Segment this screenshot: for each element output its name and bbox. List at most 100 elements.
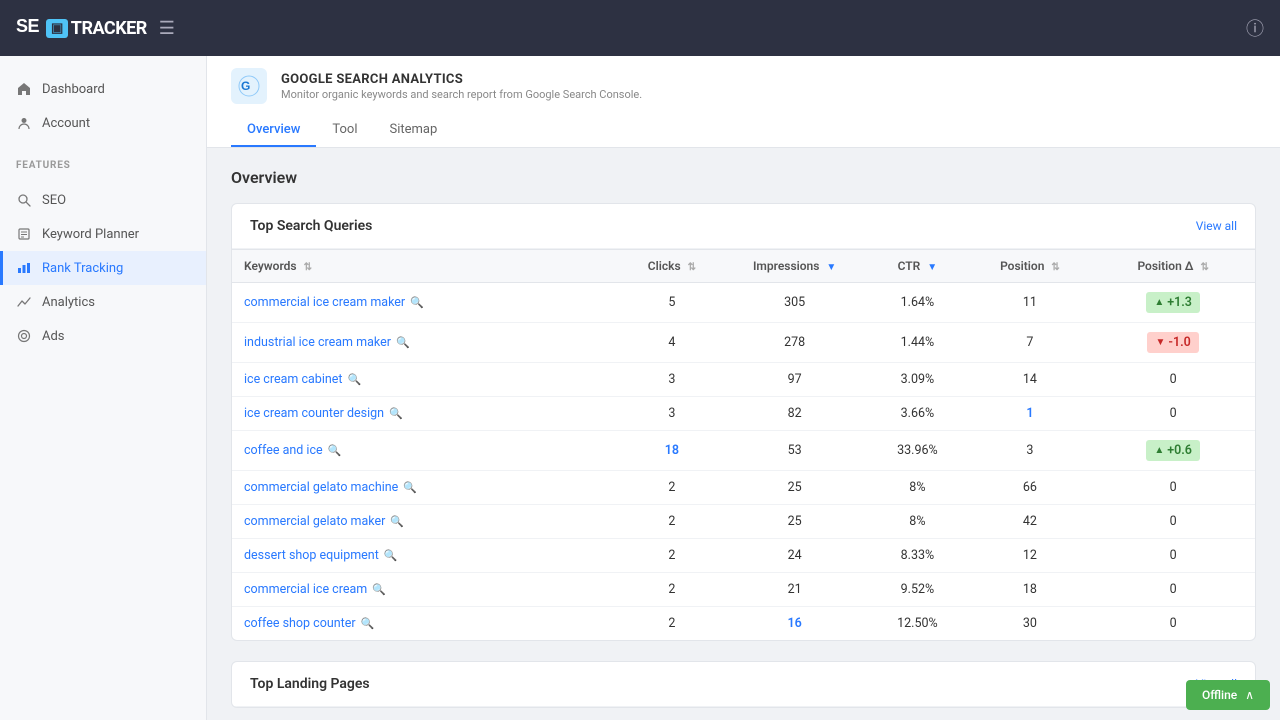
keyword-link[interactable]: commercial gelato machine 🔍 xyxy=(244,480,609,495)
sidebar-item-account[interactable]: Account xyxy=(0,106,206,140)
delta-neutral: 0 xyxy=(1170,406,1177,421)
cell-position-delta: ▲+0.6 xyxy=(1091,431,1255,471)
col-header-clicks[interactable]: Clicks ⇅ xyxy=(621,250,723,283)
sidebar-item-keyword-planner[interactable]: Keyword Planner xyxy=(0,217,206,251)
main-content: G GOOGLE SEARCH ANALYTICS Monitor organi… xyxy=(207,56,1280,720)
col-header-position[interactable]: Position ⇅ xyxy=(969,250,1092,283)
cell-impressions: 25 xyxy=(723,471,866,505)
sort-icon-keywords: ⇅ xyxy=(304,262,312,273)
top-landing-pages-card: Top Landing Pages View all xyxy=(231,661,1256,708)
cell-clicks: 2 xyxy=(621,607,723,641)
cell-position-delta: 0 xyxy=(1091,607,1255,641)
search-icon xyxy=(16,192,32,208)
search-small-icon: 🔍 xyxy=(410,296,424,309)
card-header-landing: Top Landing Pages View all xyxy=(232,662,1255,707)
cell-clicks: 3 xyxy=(621,397,723,431)
search-small-icon: 🔍 xyxy=(396,336,410,349)
delta-badge-positive: ▲+0.6 xyxy=(1146,440,1200,461)
cell-position: 7 xyxy=(969,323,1092,363)
sidebar-label-account: Account xyxy=(42,116,90,131)
cell-position: 30 xyxy=(969,607,1092,641)
tab-tool[interactable]: Tool xyxy=(316,114,373,147)
svg-text:SE: SE xyxy=(16,16,40,36)
sidebar-label-seo: SEO xyxy=(42,193,66,208)
table-row: ice cream counter design 🔍3823.66%10 xyxy=(232,397,1255,431)
keyword-link[interactable]: industrial ice cream maker 🔍 xyxy=(244,335,609,350)
col-header-ctr[interactable]: CTR ▼ xyxy=(866,250,968,283)
cell-position-delta: 0 xyxy=(1091,573,1255,607)
sort-icon-impressions: ▼ xyxy=(826,262,836,273)
sidebar-item-analytics[interactable]: Analytics xyxy=(0,285,206,319)
page-subtitle: Monitor organic keywords and search repo… xyxy=(281,88,642,101)
cell-impressions: 24 xyxy=(723,539,866,573)
target-icon xyxy=(16,328,32,344)
sidebar-label-ads: Ads xyxy=(42,329,65,344)
sidebar: Dashboard Account FEATURES SEO xyxy=(0,56,207,720)
col-header-position-delta[interactable]: Position Δ ⇅ xyxy=(1091,250,1255,283)
logo: SE ▣ TRACKER xyxy=(16,14,147,43)
cell-impressions: 97 xyxy=(723,363,866,397)
tab-sitemap[interactable]: Sitemap xyxy=(374,114,454,147)
cell-ctr: 1.44% xyxy=(866,323,968,363)
keyword-link[interactable]: dessert shop equipment 🔍 xyxy=(244,548,609,563)
cell-clicks: 2 xyxy=(621,505,723,539)
cell-position-delta: 0 xyxy=(1091,539,1255,573)
cell-ctr: 12.50% xyxy=(866,607,968,641)
sidebar-item-dashboard[interactable]: Dashboard xyxy=(0,72,206,106)
cell-position: 14 xyxy=(969,363,1092,397)
cell-position-delta: 0 xyxy=(1091,363,1255,397)
top-search-queries-card: Top Search Queries View all Keywords ⇅ C… xyxy=(231,203,1256,641)
cell-position: 42 xyxy=(969,505,1092,539)
page-title: GOOGLE SEARCH ANALYTICS xyxy=(281,72,642,87)
sidebar-item-seo[interactable]: SEO xyxy=(0,183,206,217)
offline-badge[interactable]: Offline ∧ xyxy=(1186,680,1270,710)
cell-impressions: 53 xyxy=(723,431,866,471)
keyword-link[interactable]: commercial ice cream maker 🔍 xyxy=(244,295,609,310)
cell-position: 66 xyxy=(969,471,1092,505)
search-small-icon: 🔍 xyxy=(389,407,403,420)
overview-title: Overview xyxy=(231,168,1256,187)
table-header-row: Keywords ⇅ Clicks ⇅ Impressions ▼ xyxy=(232,250,1255,283)
keyword-link[interactable]: ice cream counter design 🔍 xyxy=(244,406,609,421)
person-icon xyxy=(16,115,32,131)
sort-icon-position: ⇅ xyxy=(1051,262,1059,273)
keyword-link[interactable]: commercial gelato maker 🔍 xyxy=(244,514,609,529)
cell-position-delta: ▼-1.0 xyxy=(1091,323,1255,363)
cell-position-delta: 0 xyxy=(1091,505,1255,539)
cell-clicks: 5 xyxy=(621,283,723,323)
sidebar-label-keyword-planner: Keyword Planner xyxy=(42,227,139,242)
table-row: dessert shop equipment 🔍2248.33%120 xyxy=(232,539,1255,573)
help-icon[interactable]: ⓘ xyxy=(1246,15,1264,41)
keyword-link[interactable]: commercial ice cream 🔍 xyxy=(244,582,609,597)
keyword-link[interactable]: coffee shop counter 🔍 xyxy=(244,616,609,631)
cell-impressions: 305 xyxy=(723,283,866,323)
chevron-up-icon: ∧ xyxy=(1245,688,1254,702)
sidebar-label-analytics: Analytics xyxy=(42,295,95,310)
search-small-icon: 🔍 xyxy=(361,617,375,630)
keyword-link[interactable]: ice cream cabinet 🔍 xyxy=(244,372,609,387)
card-title-landing: Top Landing Pages xyxy=(250,676,370,692)
cell-ctr: 3.66% xyxy=(866,397,968,431)
cell-position-delta: 0 xyxy=(1091,397,1255,431)
delta-badge-positive: ▲+1.3 xyxy=(1146,292,1200,313)
svg-text:G: G xyxy=(241,79,250,93)
col-header-impressions[interactable]: Impressions ▼ xyxy=(723,250,866,283)
sidebar-item-ads[interactable]: Ads xyxy=(0,319,206,353)
sort-icon-ctr: ▼ xyxy=(927,262,937,273)
hamburger-menu-icon[interactable]: ☰ xyxy=(159,18,175,39)
col-header-keywords[interactable]: Keywords ⇅ xyxy=(232,250,621,283)
keyword-link[interactable]: coffee and ice 🔍 xyxy=(244,443,609,458)
sort-icon-clicks: ⇅ xyxy=(688,262,696,273)
cell-position-delta: ▲+1.3 xyxy=(1091,283,1255,323)
view-all-queries-link[interactable]: View all xyxy=(1196,219,1237,233)
cell-impressions: 82 xyxy=(723,397,866,431)
tab-overview[interactable]: Overview xyxy=(231,114,316,147)
sidebar-item-rank-tracking[interactable]: Rank Tracking xyxy=(0,251,206,285)
delta-neutral: 0 xyxy=(1170,582,1177,597)
search-small-icon: 🔍 xyxy=(384,549,398,562)
logo-se: SE xyxy=(16,14,44,43)
offline-label: Offline xyxy=(1202,688,1237,702)
cell-ctr: 3.09% xyxy=(866,363,968,397)
sidebar-label-rank-tracking: Rank Tracking xyxy=(42,261,123,276)
table-row: commercial gelato machine 🔍2258%660 xyxy=(232,471,1255,505)
